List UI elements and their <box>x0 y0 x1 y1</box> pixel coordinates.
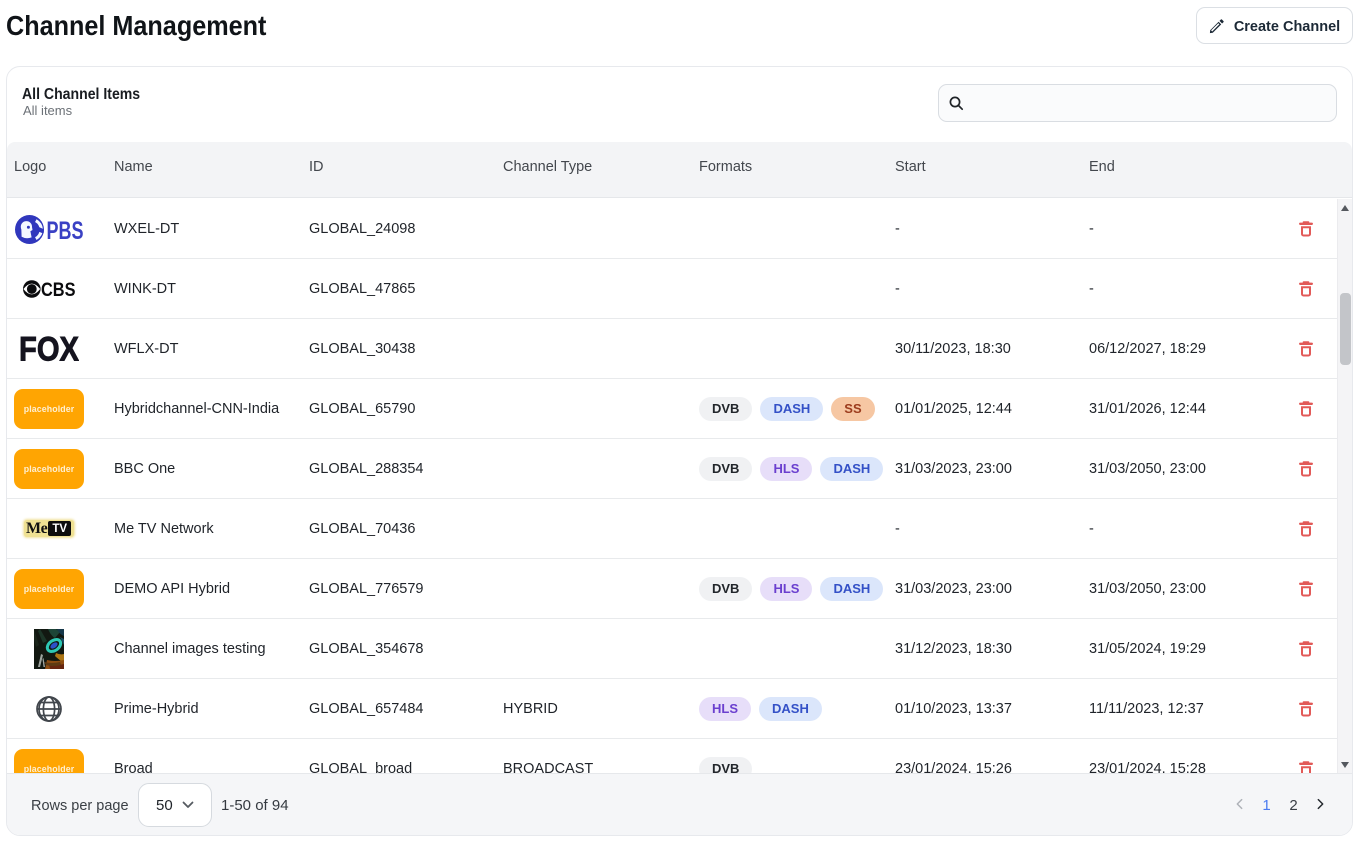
svg-text:CBS: CBS <box>41 279 76 299</box>
svg-text:PBS: PBS <box>47 216 84 244</box>
svg-text:FOX: FOX <box>19 335 79 362</box>
